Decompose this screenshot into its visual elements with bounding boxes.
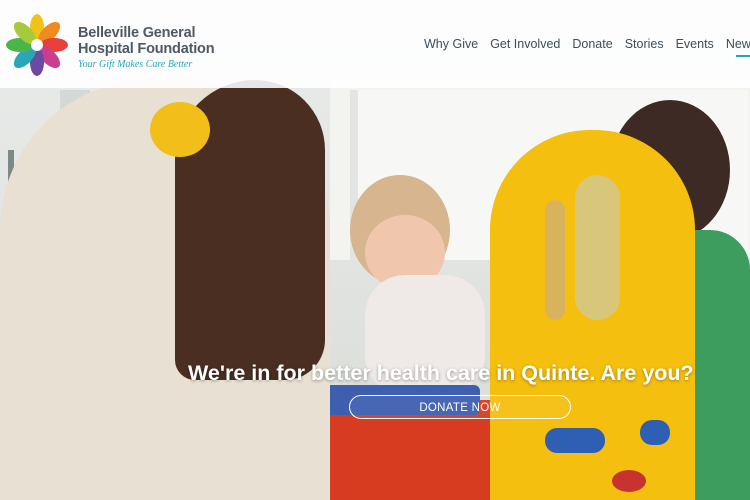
site-header: Belleville General Hospital Foundation Y…: [0, 0, 750, 88]
nav-item-donate[interactable]: Donate: [572, 37, 612, 53]
nav-item-news[interactable]: News: [726, 37, 750, 53]
main-nav: Why Give Get Involved Donate Stories Eve…: [424, 37, 750, 53]
brand-name-line1: Belleville General: [78, 25, 196, 41]
nav-active-underline: [736, 55, 750, 57]
nav-item-events[interactable]: Events: [676, 37, 714, 53]
brand-wordmark[interactable]: Belleville General Hospital Foundation Y…: [78, 25, 215, 70]
nav-item-get-involved[interactable]: Get Involved: [490, 37, 560, 53]
slide-opening: [575, 175, 620, 320]
brand-name-line2: Hospital Foundation: [78, 41, 215, 57]
nav-item-why-give[interactable]: Why Give: [424, 37, 478, 53]
donate-now-button[interactable]: DONATE NOW: [349, 395, 571, 419]
slide-opening-small: [545, 200, 565, 320]
hero-headline: We're in for better health care in Quint…: [188, 361, 694, 385]
yellow-ball: [150, 102, 210, 157]
flower-logo-icon[interactable]: [4, 12, 70, 78]
toy-logo-badge: [612, 470, 646, 492]
slide-handle: [545, 428, 605, 453]
brand-tagline: Your Gift Makes Care Better: [78, 59, 193, 70]
nav-item-stories[interactable]: Stories: [625, 37, 664, 53]
slide-handle-small: [640, 420, 670, 445]
